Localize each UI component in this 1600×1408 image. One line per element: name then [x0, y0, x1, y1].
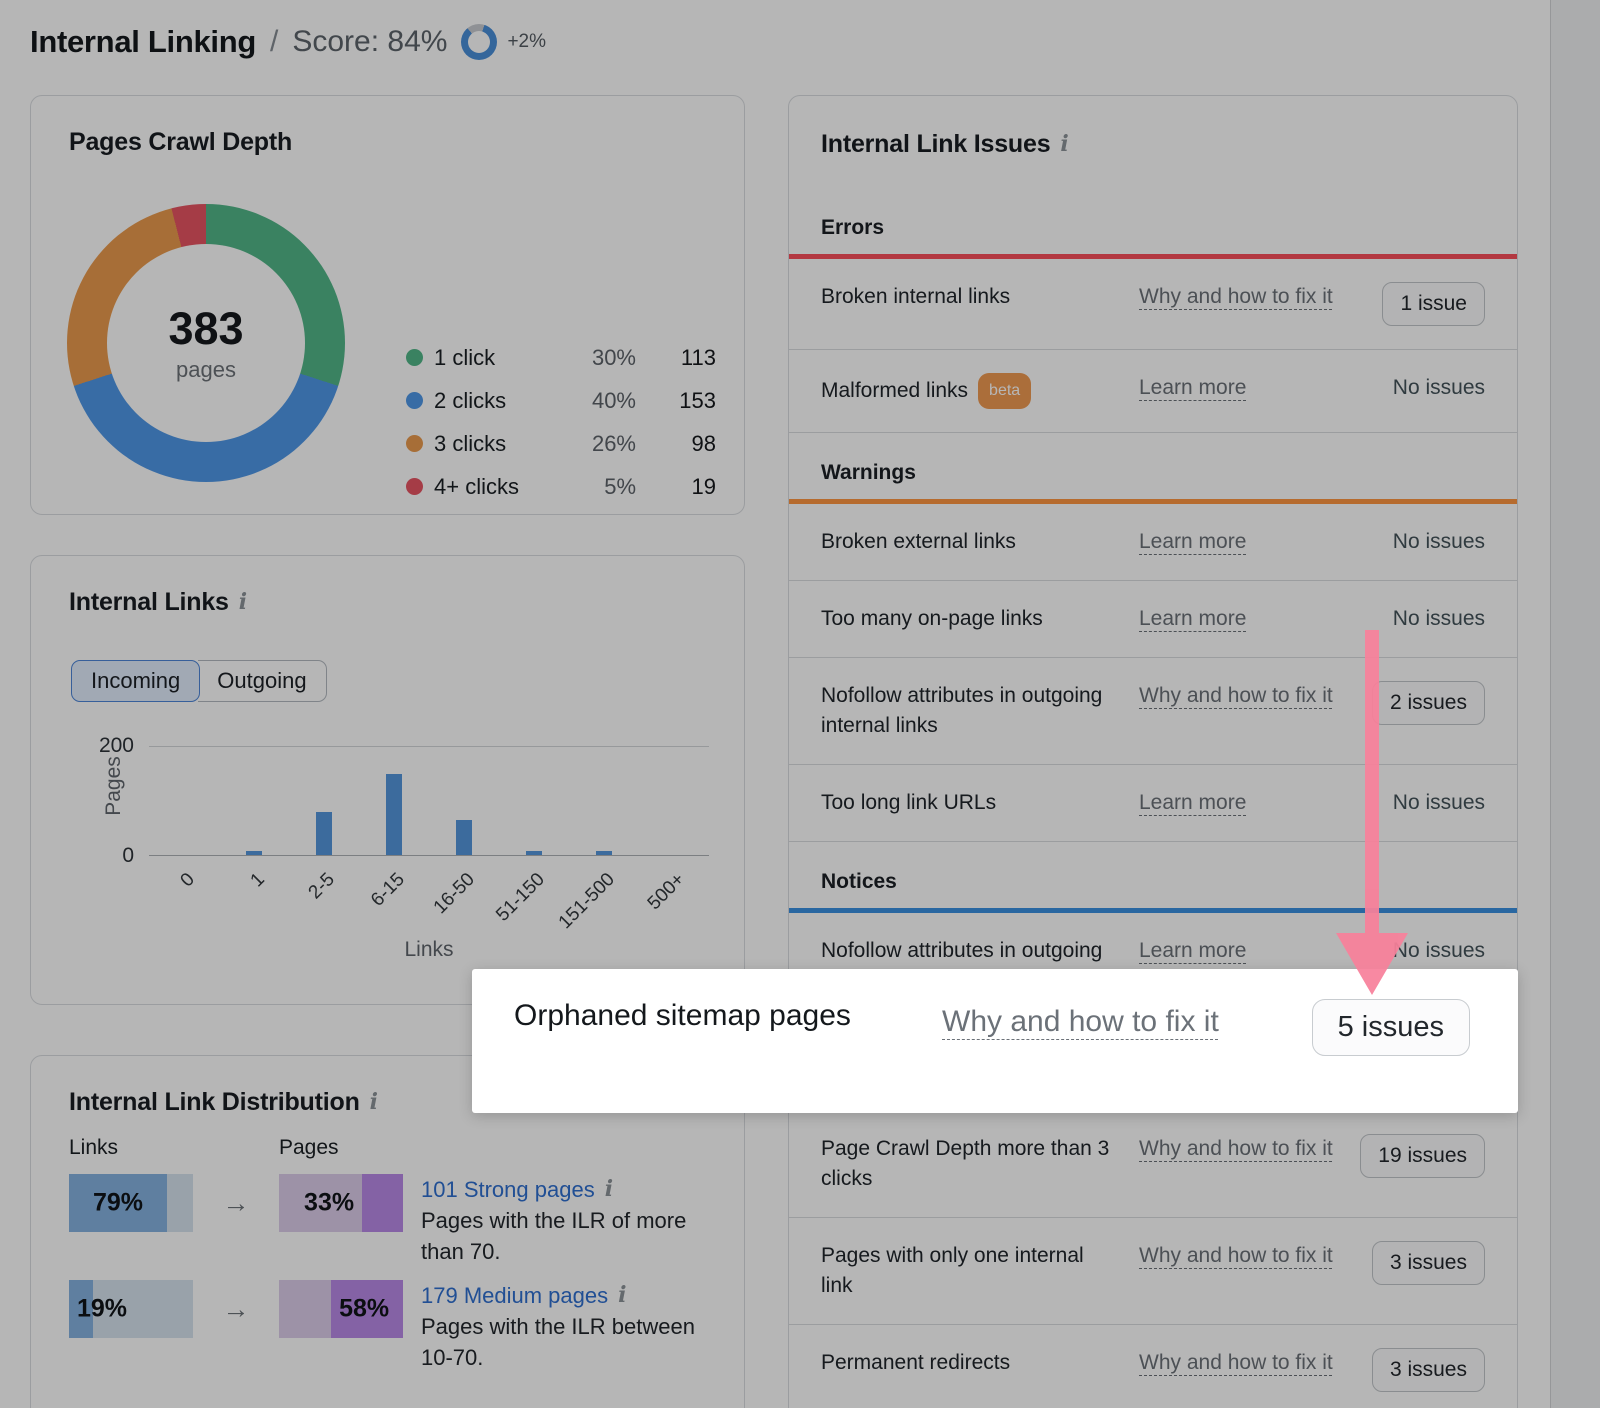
highlight-issue-count-button[interactable]: 5 issues — [1312, 999, 1470, 1056]
annotation-arrow-down — [1336, 630, 1408, 995]
highlight-issue-label: Orphaned sitemap pages — [514, 999, 942, 1033]
arrow-head — [1336, 933, 1408, 995]
internal-linking-report: Internal Linking / Score: 84% +2% Pages … — [0, 0, 1600, 1408]
arrow-shaft — [1365, 630, 1379, 934]
highlight-why-how-link[interactable]: Why and how to fix it — [942, 1005, 1219, 1038]
